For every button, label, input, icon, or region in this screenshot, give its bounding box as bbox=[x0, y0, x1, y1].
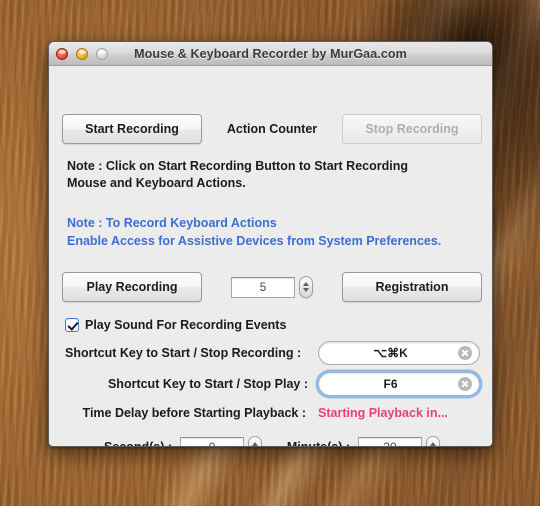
playback-controls-row: Play Recording 5 Registration bbox=[62, 272, 482, 302]
shortcut-play-label: Shortcut Key to Start / Stop Play : bbox=[107, 377, 308, 391]
play-sound-label: Play Sound For Recording Events bbox=[85, 318, 287, 332]
recording-controls-row: Start Recording Action Counter Stop Reco… bbox=[62, 114, 482, 144]
instruction-note-blue-line2: Enable Access for Assistive Devices from… bbox=[67, 234, 442, 248]
seconds-stepper-arrows[interactable] bbox=[248, 436, 262, 446]
window-controls bbox=[56, 47, 108, 60]
delay-steppers-row: Second(s) : 0 Minute(s) : 30 bbox=[65, 436, 480, 447]
clear-icon[interactable] bbox=[458, 377, 472, 391]
instruction-note-black-line2: Mouse and Keyboard Actions. bbox=[67, 176, 246, 190]
minutes-stepper: 30 bbox=[358, 436, 440, 446]
minimize-button-icon[interactable] bbox=[76, 47, 88, 60]
instruction-note-blue-line1: Note : To Record Keyboard Actions bbox=[67, 216, 277, 230]
stepper-up-icon[interactable] bbox=[430, 442, 436, 446]
close-button-icon[interactable] bbox=[56, 47, 68, 60]
window-title: Mouse & Keyboard Recorder by MurGaa.com bbox=[134, 46, 407, 61]
application-window: Mouse & Keyboard Recorder by MurGaa.com … bbox=[48, 41, 493, 447]
zoom-button-icon[interactable] bbox=[96, 47, 108, 60]
repeat-count-stepper: 5 bbox=[202, 276, 342, 298]
seconds-stepper: 0 bbox=[180, 436, 262, 446]
start-recording-button[interactable]: Start Recording bbox=[62, 114, 202, 144]
stepper-up-icon[interactable] bbox=[303, 282, 309, 286]
clear-icon[interactable] bbox=[458, 346, 472, 360]
stop-recording-button[interactable]: Stop Recording bbox=[342, 114, 482, 144]
registration-button[interactable]: Registration bbox=[342, 272, 482, 302]
instruction-note-blue: Note : To Record Keyboard Actions Enable… bbox=[67, 214, 441, 250]
minutes-stepper-arrows[interactable] bbox=[426, 436, 440, 446]
shortcut-record-label: Shortcut Key to Start / Stop Recording : bbox=[65, 346, 302, 360]
seconds-label: Second(s) : bbox=[103, 440, 172, 447]
repeat-count-input[interactable]: 5 bbox=[231, 276, 295, 298]
play-recording-button[interactable]: Play Recording bbox=[62, 272, 202, 302]
shortcut-play-value: F6 bbox=[383, 377, 398, 391]
minutes-label: Minute(s) : bbox=[286, 440, 350, 447]
play-sound-checkbox[interactable] bbox=[65, 318, 79, 332]
action-counter-label: Action Counter bbox=[226, 122, 318, 136]
window-titlebar[interactable]: Mouse & Keyboard Recorder by MurGaa.com bbox=[49, 42, 492, 66]
delay-label: Time Delay before Starting Playback : bbox=[82, 406, 306, 420]
playback-status-text: Starting Playback in... bbox=[318, 406, 448, 420]
instruction-note-black-line1: Note : Click on Start Recording Button t… bbox=[67, 159, 408, 173]
shortcut-record-value: ⌥⌘K bbox=[373, 346, 408, 360]
shortcut-play-input[interactable]: F6 bbox=[318, 372, 480, 396]
minutes-input[interactable]: 30 bbox=[358, 436, 422, 446]
play-sound-checkbox-row[interactable]: Play Sound For Recording Events bbox=[65, 318, 286, 332]
stepper-down-icon[interactable] bbox=[303, 288, 309, 292]
shortcut-record-input[interactable]: ⌥⌘K bbox=[318, 341, 480, 365]
repeat-count-stepper-arrows[interactable] bbox=[299, 276, 313, 298]
seconds-input[interactable]: 0 bbox=[180, 436, 244, 446]
stepper-up-icon[interactable] bbox=[252, 442, 258, 446]
shortcut-record-row: Shortcut Key to Start / Stop Recording :… bbox=[65, 341, 480, 365]
instruction-note-black: Note : Click on Start Recording Button t… bbox=[67, 158, 408, 192]
delay-label-row: Time Delay before Starting Playback : St… bbox=[65, 406, 480, 420]
shortcut-play-row: Shortcut Key to Start / Stop Play : F6 bbox=[65, 372, 480, 396]
window-body: Start Recording Action Counter Stop Reco… bbox=[49, 66, 492, 447]
